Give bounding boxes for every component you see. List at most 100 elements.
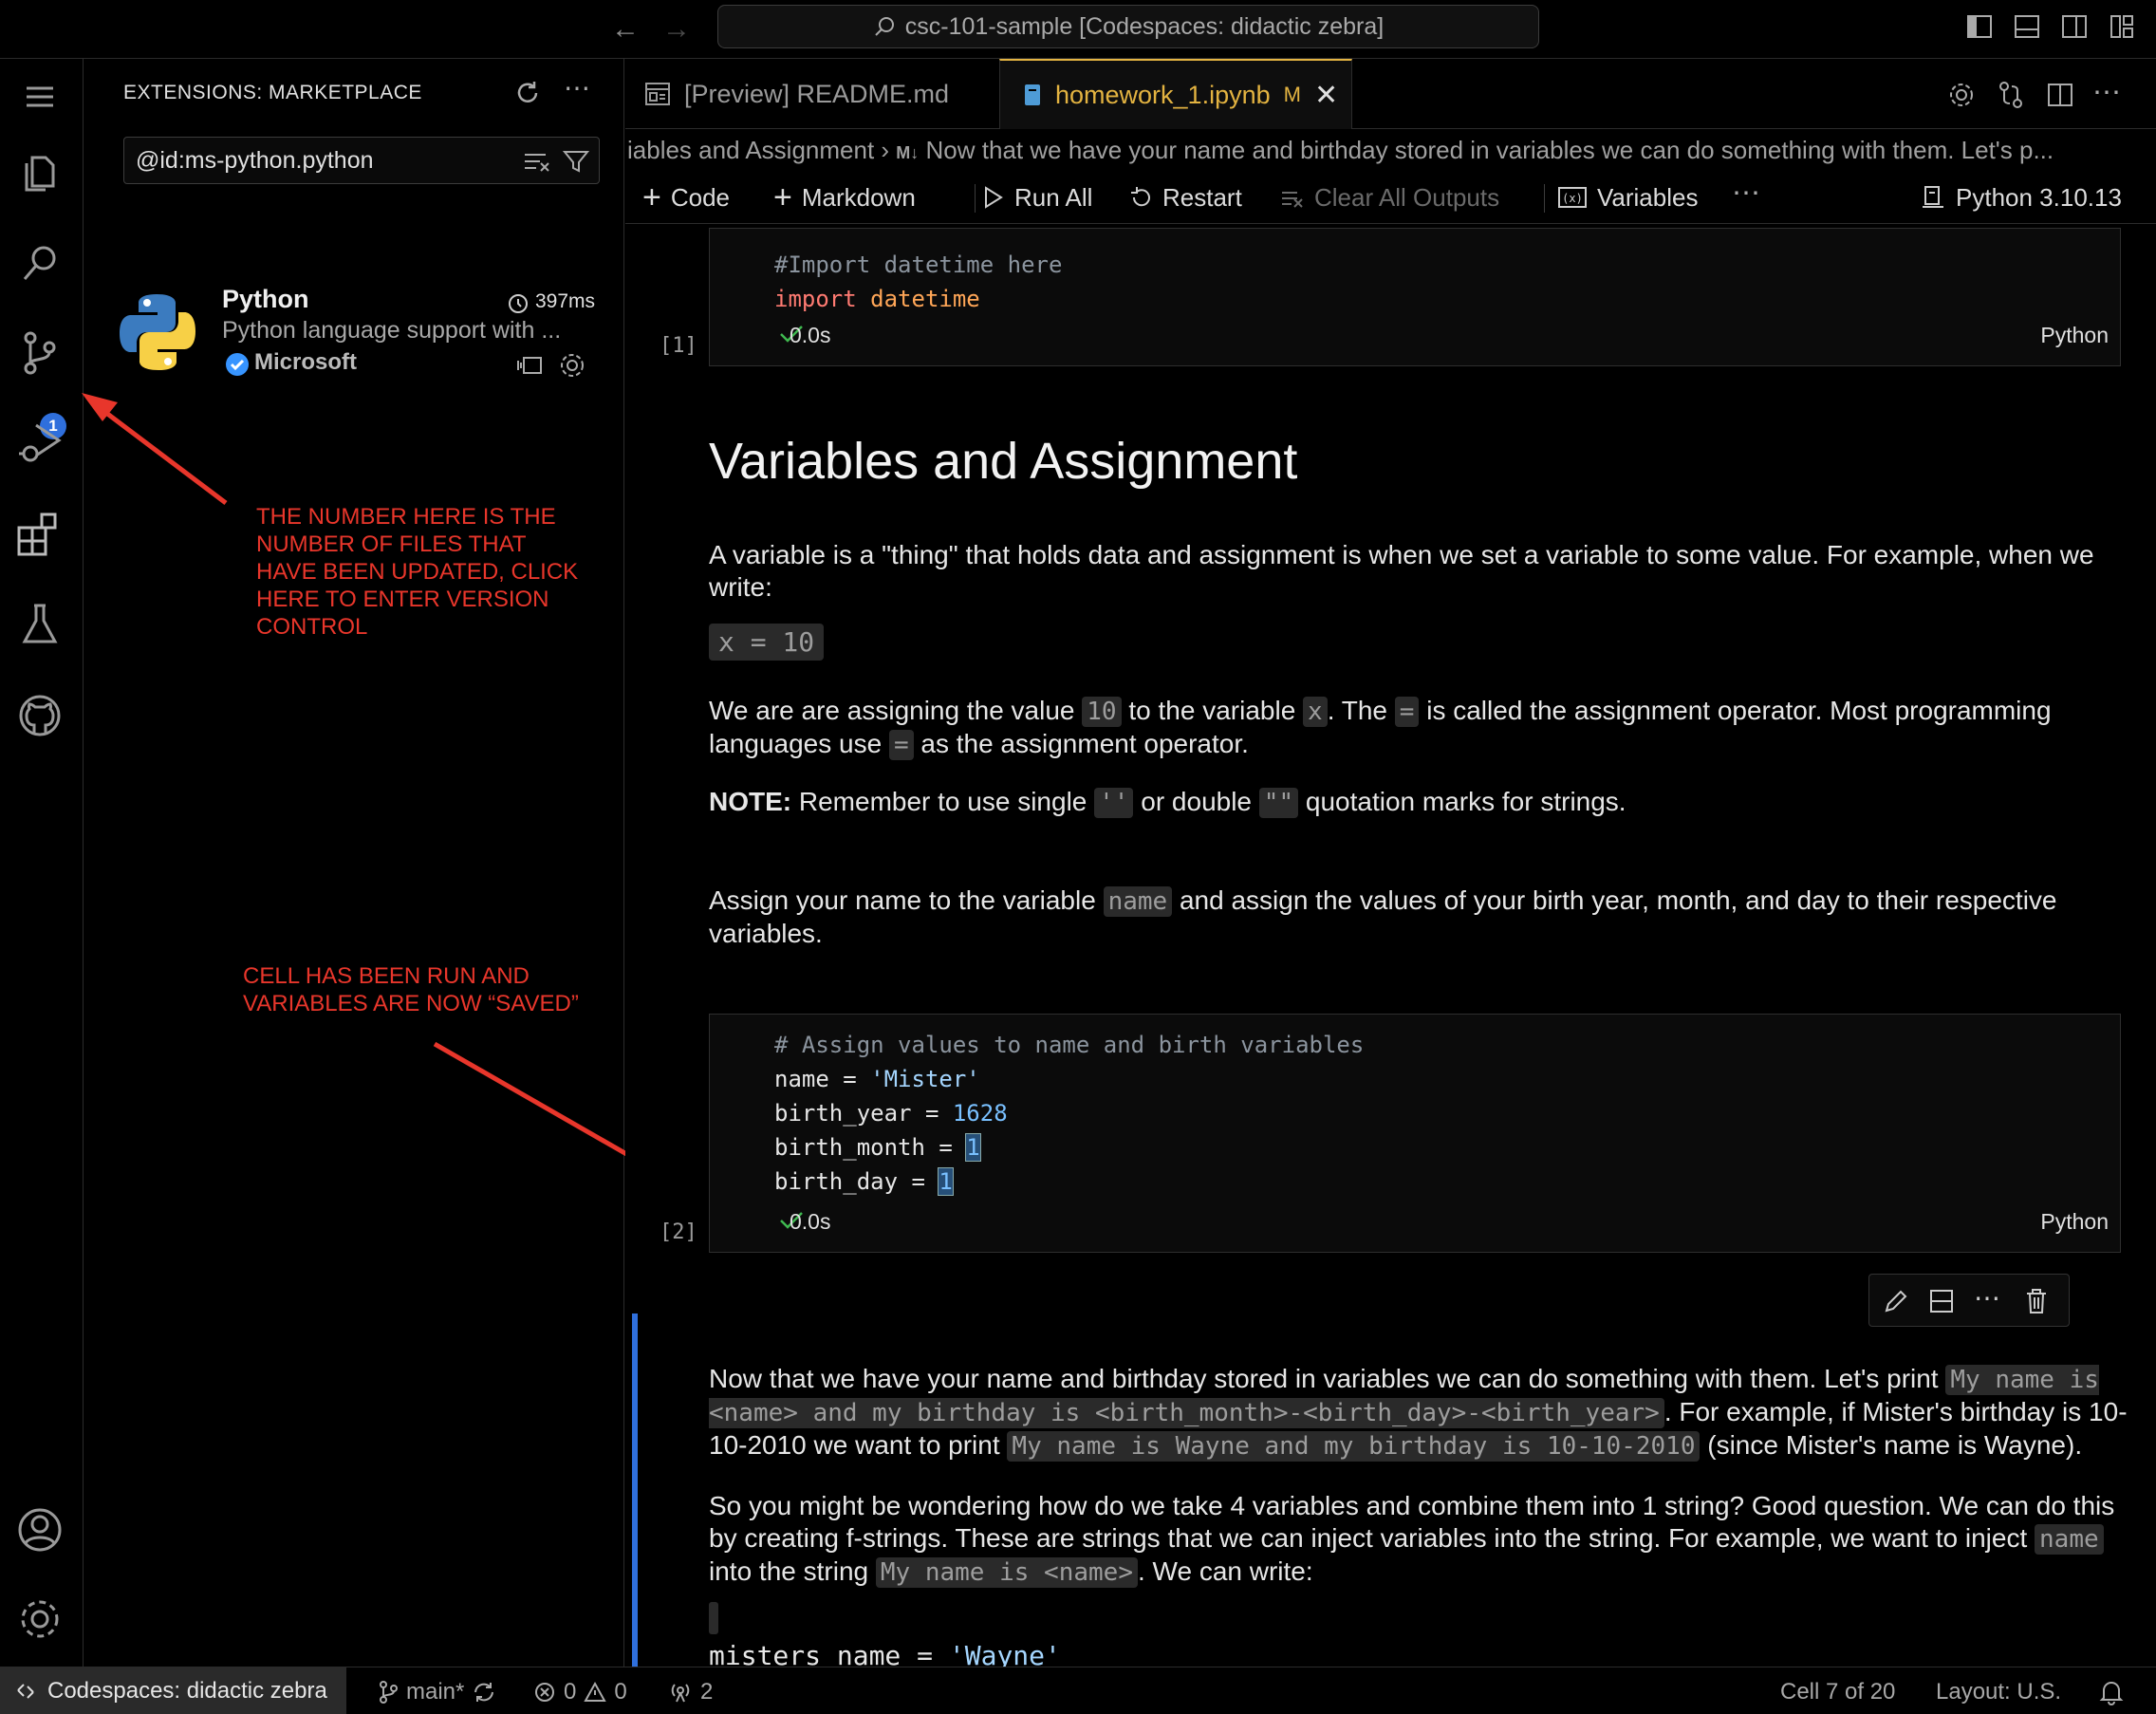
tab-readme-preview[interactable]: [Preview] README.md [644,59,949,129]
add-code-cell-button[interactable]: + Code [642,179,730,215]
warning-icon [584,1681,607,1702]
source-control-icon[interactable] [13,326,66,380]
add-markdown-cell-button[interactable]: + Markdown [773,179,916,215]
edit-pencil-icon[interactable] [1883,1288,1909,1314]
clear-all-outputs-button[interactable]: Clear All Outputs [1280,180,1499,214]
toolbar-more-icon[interactable]: ⋯ [1732,177,1760,210]
command-center[interactable]: csc-101-sample [Codespaces: didactic zeb… [717,5,1539,48]
text-span: . We can write: [1137,1556,1313,1586]
preview-icon [645,83,670,105]
run-all-icon [985,186,1003,209]
problems-indicator[interactable]: 0 0 [533,1679,627,1705]
cell-position[interactable]: Cell 7 of 20 [1780,1679,1895,1705]
more-actions-icon[interactable]: ⋯ [564,72,590,103]
extension-publisher: Microsoft [254,349,357,375]
run-all-button[interactable]: Run All [980,180,1092,214]
manage-gear-icon[interactable] [558,351,586,380]
sync-settings-icon[interactable] [516,353,545,378]
cell-toolbar: ⋯ [1868,1274,2070,1327]
close-tab-icon[interactable]: ✕ [1314,79,1338,112]
restart-label: Restart [1162,182,1242,212]
breadcrumb[interactable]: iables and Assignment › M↓ Now that we h… [625,131,2156,169]
code-number: 1 [938,1167,954,1196]
run-and-debug-icon[interactable] [13,416,66,469]
editor-more-actions-icon[interactable]: ⋯ [2092,76,2121,109]
ports-indicator[interactable]: 2 [668,1679,713,1705]
code-text: birth_day = [774,1168,939,1195]
inline-code: name [2035,1524,2104,1555]
settings-gear-icon[interactable] [13,1593,66,1646]
toggle-primary-sidebar-icon[interactable] [1964,11,1995,42]
breadcrumb-cell[interactable]: Now that we have your name and birthday … [926,136,2054,164]
sync-icon[interactable] [472,1680,496,1705]
text-span: into the string [709,1556,876,1586]
code-cell-2[interactable]: # Assign values to name and birth variab… [709,1014,2121,1253]
testing-icon[interactable] [13,598,66,651]
refresh-icon[interactable] [512,78,543,108]
markdown-code-example: x = 10 [709,624,2123,661]
annotation-cell-run: CELL HAS BEEN RUN AND VARIABLES ARE NOW … [243,963,579,1016]
restart-icon [1131,187,1150,207]
sidebar-title: EXTENSIONS: MARKETPLACE [123,82,422,103]
notebook-settings-gear-icon[interactable] [1946,80,1977,110]
kernel-icon [1923,186,1943,208]
annotation-version-control: THE NUMBER HERE IS THE NUMBER OF FILES T… [256,504,579,640]
cell-1-language[interactable]: Python [2040,323,2109,348]
text-span: Remember to use single [791,787,1095,816]
split-cell-icon[interactable] [1928,1288,1955,1314]
variables-button[interactable]: (x) Variables [1557,180,1698,214]
cell-more-icon[interactable]: ⋯ [1974,1282,2000,1313]
clear-filter-icon[interactable] [523,149,551,174]
toggle-panel-icon[interactable] [2012,11,2042,42]
cell-1-index: [1] [660,334,697,358]
branch-indicator[interactable]: main* [378,1679,496,1705]
verified-publisher-icon [226,353,249,376]
modified-badge: M [1283,83,1301,106]
extensions-icon[interactable] [13,507,66,560]
accounts-icon[interactable] [13,1503,66,1556]
forward-arrow-icon[interactable]: → [662,13,691,46]
extension-search-box[interactable] [123,137,600,184]
text-span: . The [1327,696,1395,725]
customize-layout-icon[interactable] [2107,11,2137,42]
remote-indicator[interactable]: Codespaces: didactic zebra [0,1667,346,1714]
extension-search-input[interactable] [136,138,515,183]
explorer-icon[interactable] [13,146,66,199]
code-cell-1[interactable]: #Import datetime here import datetime 0.… [709,228,2121,366]
extension-list-item[interactable]: Python 397ms Python language support wit… [84,216,624,377]
clear-all-label: Clear All Outputs [1314,182,1500,212]
menu-icon[interactable] [13,70,66,123]
extensions-sidebar: EXTENSIONS: MARKETPLACE ⋯ Python 397ms P… [84,59,624,1667]
keyboard-layout[interactable]: Layout: U.S. [1936,1679,2061,1705]
cell-2-language[interactable]: Python [2040,1209,2109,1235]
toggle-secondary-sidebar-icon[interactable] [2059,11,2090,42]
error-icon [535,1683,554,1702]
svg-text:(x): (x) [1562,192,1583,205]
notifications-bell-icon[interactable] [2099,1679,2124,1705]
inline-code: My name is <name> [875,1557,1138,1588]
cell-1-source[interactable]: #Import datetime here import datetime [774,248,1062,316]
restart-button[interactable]: Restart [1128,180,1242,214]
activity-bar: 1 [0,59,84,1667]
code-block-marker [709,1602,718,1634]
filter-icon[interactable] [563,149,589,174]
kernel-picker[interactable]: Python 3.10.13 [1920,180,2122,214]
code-string: 'Mister' [870,1066,980,1092]
breadcrumb-section[interactable]: iables and Assignment [627,136,874,164]
tab-homework-notebook[interactable]: homework_1.ipynb M ✕ [999,59,1352,129]
markdown-paragraph-3: NOTE: Remember to use single '' or doubl… [709,786,2123,819]
code-keyword: import [774,286,857,312]
cell-2-source[interactable]: # Assign values to name and birth variab… [774,1028,1364,1199]
inline-code: "" [1258,788,1299,818]
variables-icon: (x) [1558,187,1587,208]
delete-cell-icon[interactable] [2023,1287,2050,1315]
text-span: So you might be wondering how do we take… [709,1491,2115,1553]
back-arrow-icon[interactable]: ← [611,13,640,46]
add-markdown-label: Markdown [801,182,916,212]
tab-readme-label: [Preview] README.md [684,79,950,108]
github-icon[interactable] [13,689,66,742]
inline-code: = [1394,697,1420,727]
split-editor-icon[interactable] [2045,80,2075,110]
search-icon[interactable] [13,237,66,290]
open-changes-icon[interactable] [1996,80,2026,110]
